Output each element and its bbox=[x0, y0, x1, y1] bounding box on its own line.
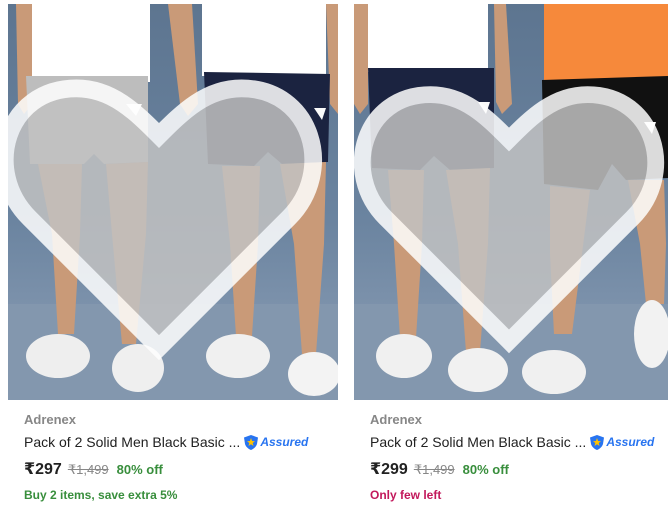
heart-icon[interactable] bbox=[8, 20, 324, 400]
product-image[interactable] bbox=[8, 4, 338, 400]
stock-status: Only few left bbox=[370, 488, 442, 502]
discount-percent: 80% off bbox=[462, 462, 509, 477]
shield-icon bbox=[590, 434, 605, 450]
brand-name: Adrenex bbox=[24, 412, 77, 427]
assured-label: Assured bbox=[606, 435, 655, 449]
product-info: Adrenex Pack of 2 Solid Men Black Basic … bbox=[8, 400, 338, 503]
original-price: ₹1,499 bbox=[413, 462, 455, 477]
assured-badge: Assured bbox=[243, 434, 308, 451]
selling-price: ₹297 bbox=[24, 461, 62, 478]
product-title[interactable]: Pack of 2 Solid Men Black Basic ... bbox=[370, 432, 586, 452]
product-card[interactable]: Adrenex Pack of 2 Solid Men Black Basic … bbox=[8, 0, 338, 508]
assured-label: Assured bbox=[260, 435, 309, 449]
price-row: ₹299 ₹1,499 80% off bbox=[370, 459, 652, 479]
discount-percent: 80% off bbox=[116, 462, 163, 477]
product-card[interactable]: Adrenex Pack of 2 Solid Men Black Basic … bbox=[354, 0, 668, 508]
brand-name: Adrenex bbox=[370, 412, 423, 427]
product-image[interactable] bbox=[354, 4, 668, 400]
offer-text: Buy 2 items, save extra 5% bbox=[24, 488, 178, 502]
shield-icon bbox=[244, 434, 259, 450]
heart-icon[interactable] bbox=[354, 20, 666, 400]
assured-badge: Assured bbox=[589, 434, 654, 451]
product-info: Adrenex Pack of 2 Solid Men Black Basic … bbox=[354, 400, 668, 503]
selling-price: ₹299 bbox=[370, 461, 408, 478]
original-price: ₹1,499 bbox=[67, 462, 109, 477]
product-title[interactable]: Pack of 2 Solid Men Black Basic ... bbox=[24, 432, 240, 452]
price-row: ₹297 ₹1,499 80% off bbox=[24, 459, 322, 479]
